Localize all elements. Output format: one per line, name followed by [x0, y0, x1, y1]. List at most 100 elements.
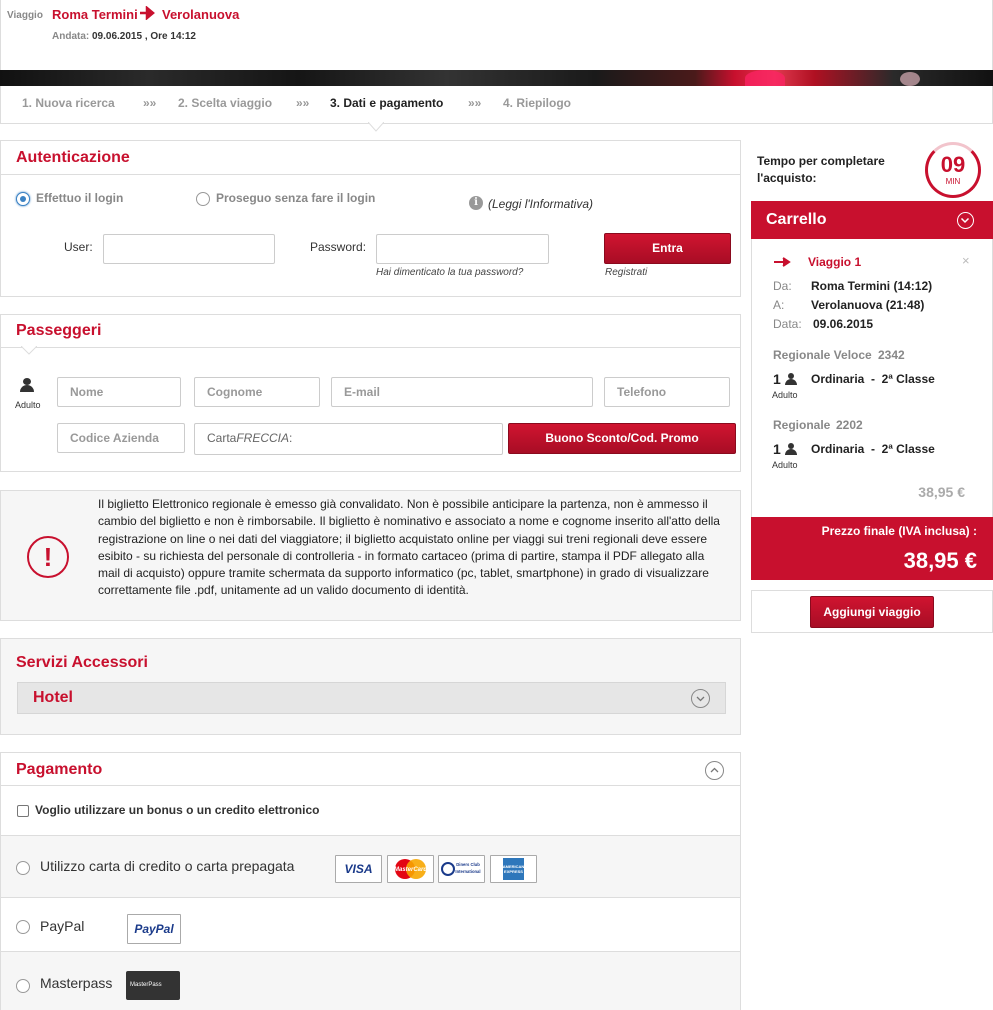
paypal-label: PayPal	[40, 918, 85, 934]
to-value: Verolanuova (21:48)	[811, 298, 925, 312]
person-icon	[20, 378, 34, 392]
notice-text: Il biglietto Elettronico regionale è eme…	[98, 497, 720, 598]
step-summary: 4. Riepilogo	[503, 96, 572, 110]
divider	[1, 785, 740, 786]
credit-card-label: Utilizzo carta di credito o carta prepag…	[40, 858, 295, 874]
paypal-option[interactable]: PayPal PayPal	[1, 898, 740, 952]
cartafreccia-suffix: :	[289, 431, 293, 445]
step-choose-trip[interactable]: 2. Scelta viaggio	[178, 96, 272, 110]
hotel-accordion[interactable]: Hotel	[17, 682, 726, 714]
timer-unit: MIN	[945, 177, 961, 186]
segment-type: Adulto	[772, 390, 798, 400]
cart-header: Carrello	[751, 201, 993, 239]
password-input[interactable]	[376, 234, 549, 264]
paypal-logo: PayPal	[127, 914, 181, 944]
active-step-caret	[368, 122, 384, 132]
trip-label: Viaggio	[7, 10, 43, 21]
segment-number: 2202	[836, 418, 863, 432]
step-separator: »»	[468, 96, 482, 110]
user-input[interactable]	[103, 234, 275, 264]
masterpass-logo: MasterPass	[126, 971, 180, 1000]
amex-logo: AMERICAN EXPRESS	[490, 855, 537, 883]
company-code-input[interactable]: Codice Azienda	[57, 423, 185, 453]
register-link[interactable]: Registrati	[605, 267, 647, 278]
last-name-input[interactable]: Cognome	[194, 377, 320, 407]
cart-trip-title: Viaggio 1	[808, 255, 862, 269]
mastercard-logo: MasterCard	[387, 855, 434, 883]
progress-steps: 1. Nuova ricerca »» 2. Scelta viaggio »»…	[0, 86, 993, 124]
cartafreccia-input[interactable]: CartaFRECCIA:	[194, 423, 503, 455]
phone-input[interactable]: Telefono	[604, 377, 730, 407]
divider	[1, 174, 740, 175]
segment-count: 1	[773, 441, 781, 457]
section-caret	[21, 346, 37, 355]
auth-panel: Autenticazione Effettuo il login Prosegu…	[0, 140, 741, 297]
chevron-down-icon[interactable]	[957, 212, 974, 229]
step-new-search[interactable]: 1. Nuova ricerca	[22, 96, 115, 110]
timer-label-1: Tempo per completare	[757, 154, 885, 168]
timer-minutes: 09	[940, 152, 966, 177]
diners-logo: Diners Club International	[438, 855, 485, 883]
add-trip-button[interactable]: Aggiungi viaggio	[810, 596, 934, 628]
svg-text:Diners Club: Diners Club	[456, 862, 480, 867]
login-radio[interactable]	[16, 192, 30, 206]
segment-train: Regionale	[773, 418, 831, 432]
cart-title: Carrello	[766, 211, 827, 228]
segment-count: 1	[773, 371, 781, 387]
cartafreccia-prefix: Carta	[207, 431, 237, 445]
auth-title: Autenticazione	[16, 149, 130, 166]
user-label: User:	[64, 240, 93, 254]
info-icon: i	[469, 196, 483, 210]
from-label: Da:	[773, 279, 792, 293]
passengers-panel: Passeggeri Adulto Nome Cognome E-mail Te…	[0, 314, 741, 472]
payment-panel: Pagamento Voglio utilizzare un bonus o u…	[0, 752, 741, 1010]
passenger-type: Adulto	[15, 400, 41, 410]
arrow-right-icon	[773, 255, 791, 267]
svg-text:International: International	[455, 869, 480, 874]
passengers-title: Passeggeri	[16, 322, 102, 339]
chevron-down-icon[interactable]	[691, 689, 710, 708]
chevron-up-icon[interactable]	[705, 761, 724, 780]
mastercard-text: MasterCard	[394, 867, 427, 873]
promo-code-button[interactable]: Buono Sconto/Cod. Promo	[508, 423, 736, 454]
segment-number: 2342	[878, 348, 905, 362]
cartafreccia-brand: FRECCIA	[236, 431, 290, 445]
segment-train: Regionale Veloce	[773, 348, 872, 362]
step-separator: »»	[143, 96, 157, 110]
password-label: Password:	[310, 240, 367, 254]
from-value: Roma Termini (14:12)	[811, 279, 933, 293]
forgot-password-link[interactable]: Hai dimenticato la tua password?	[376, 267, 523, 278]
email-input[interactable]: E-mail	[331, 377, 593, 407]
add-trip-box: Aggiungi viaggio	[751, 590, 993, 633]
privacy-link[interactable]: (Leggi l'Informativa)	[488, 197, 593, 211]
masterpass-option[interactable]: Masterpass MasterPass	[1, 952, 740, 1010]
arrow-right-icon	[139, 5, 155, 21]
date-label: Data:	[773, 317, 802, 331]
segment-fare: Ordinaria - 2ª Classe	[811, 372, 935, 386]
masterpass-radio[interactable]	[16, 979, 30, 993]
trip-from: Roma Termini	[52, 7, 138, 22]
to-label: A:	[773, 298, 785, 312]
trip-to: Verolanuova	[162, 7, 240, 22]
services-title: Servizi Accessori	[16, 654, 148, 671]
hotel-title: Hotel	[33, 689, 73, 706]
bonus-checkbox[interactable]	[17, 805, 29, 817]
cart-body: Viaggio 1 × Da: Roma Termini (14:12) A: …	[751, 239, 993, 517]
departure-label: Andata:	[52, 31, 90, 42]
divider	[1, 347, 740, 348]
guest-option-label: Proseguo senza fare il login	[216, 191, 376, 205]
payment-title: Pagamento	[16, 761, 103, 778]
ticket-notice: ! Il biglietto Elettronico regionale è e…	[0, 490, 741, 621]
credit-card-radio[interactable]	[16, 861, 30, 875]
login-button[interactable]: Entra	[604, 233, 731, 264]
cart-subtotal: 38,95 €	[918, 484, 965, 500]
final-price-label: Prezzo finale (IVA inclusa) :	[821, 524, 977, 538]
step-data-payment: 3. Dati e pagamento	[330, 96, 444, 110]
paypal-radio[interactable]	[16, 920, 30, 934]
timer-label-2: l'acquisto:	[757, 171, 817, 185]
first-name-input[interactable]: Nome	[57, 377, 181, 407]
segment-fare: Ordinaria - 2ª Classe	[811, 442, 935, 456]
guest-radio[interactable]	[196, 192, 210, 206]
close-icon[interactable]: ×	[962, 253, 970, 268]
credit-card-option[interactable]: Utilizzo carta di credito o carta prepag…	[1, 835, 740, 898]
